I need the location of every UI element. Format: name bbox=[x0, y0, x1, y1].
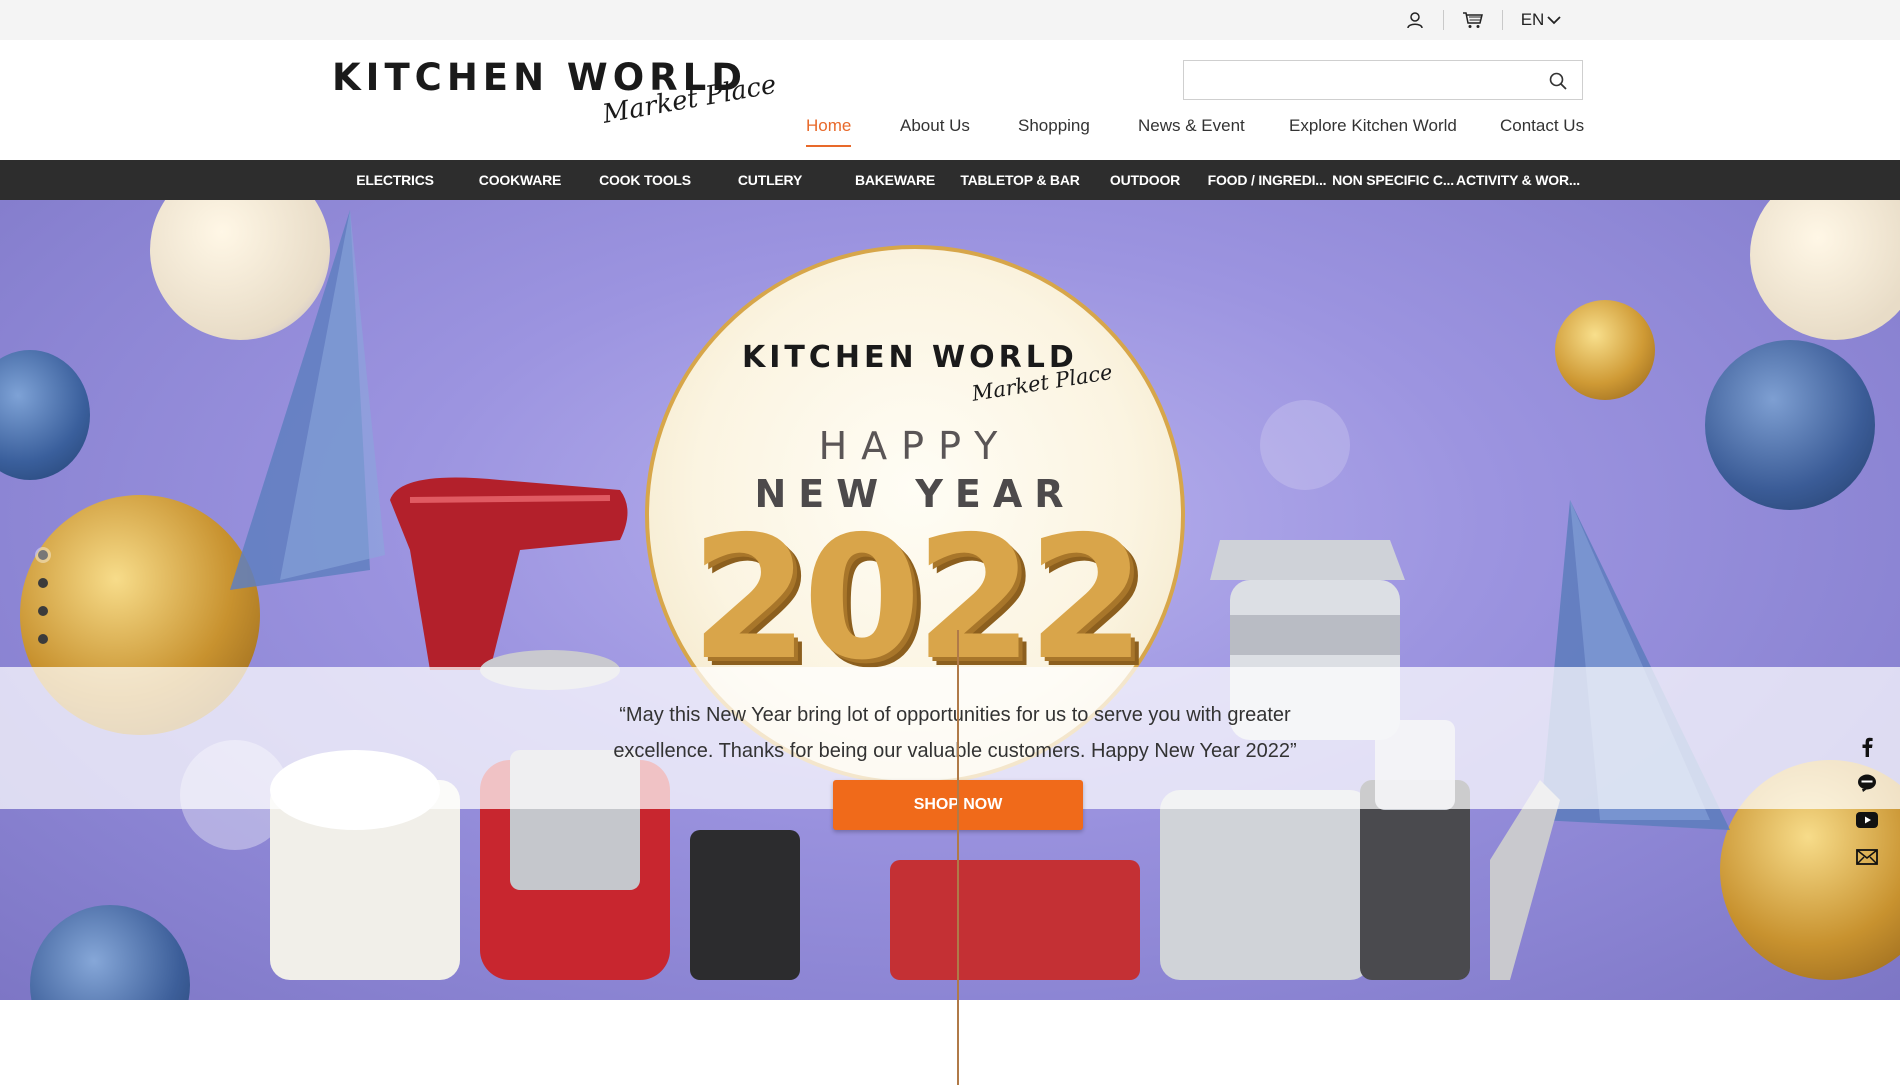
divider bbox=[1502, 10, 1503, 30]
scroll-indicator-line bbox=[957, 630, 959, 1085]
nav-contact-us[interactable]: Contact Us bbox=[1500, 116, 1584, 136]
nav-explore-kitchen-world[interactable]: Explore Kitchen World bbox=[1289, 116, 1457, 136]
slide-dot-4[interactable] bbox=[38, 634, 48, 644]
banner-quote-line-1: “May this New Year bring lot of opportun… bbox=[619, 704, 1291, 726]
christmas-tree-left bbox=[230, 210, 385, 590]
language-label: EN bbox=[1520, 10, 1545, 29]
ornament-blue bbox=[0, 350, 90, 480]
category-cookware[interactable]: COOKWARE bbox=[470, 160, 570, 200]
slide-dot-1[interactable] bbox=[38, 550, 48, 560]
category-tabletop-bar[interactable]: TABLETOP & BAR bbox=[960, 160, 1080, 200]
youtube-link[interactable] bbox=[1855, 808, 1879, 832]
banner-quote: “May this New Year bring lot of opportun… bbox=[560, 697, 1350, 769]
banner-logo: KITCHEN WORLD bbox=[742, 340, 1078, 375]
top-utility-bar: EN bbox=[0, 0, 1900, 40]
line-icon bbox=[1858, 774, 1876, 792]
category-outdoor[interactable]: OUTDOOR bbox=[1095, 160, 1195, 200]
category-non-specific[interactable]: NON SPECIFIC C... bbox=[1331, 160, 1455, 200]
category-activity-workshop[interactable]: ACTIVITY & WOR... bbox=[1456, 160, 1580, 200]
slide-dot-2[interactable] bbox=[38, 578, 48, 588]
category-cutlery[interactable]: CUTLERY bbox=[720, 160, 820, 200]
account-button[interactable] bbox=[1400, 0, 1430, 40]
category-food-ingredients[interactable]: FOOD / INGREDI... bbox=[1206, 160, 1328, 200]
mail-icon bbox=[1856, 849, 1878, 865]
chevron-down-icon bbox=[1547, 16, 1561, 25]
category-bakeware[interactable]: BAKEWARE bbox=[845, 160, 945, 200]
nav-home[interactable]: Home bbox=[806, 116, 852, 147]
mail-link[interactable] bbox=[1855, 845, 1879, 869]
category-bar: ELECTRICS COOKWARE COOK TOOLS CUTLERY BA… bbox=[0, 160, 1900, 200]
youtube-icon bbox=[1856, 812, 1878, 828]
banner-happy-text: HAPPY bbox=[818, 424, 1012, 468]
category-cook-tools[interactable]: COOK TOOLS bbox=[595, 160, 695, 200]
nav-about-us[interactable]: About Us bbox=[900, 116, 970, 136]
slide-dot-3[interactable] bbox=[38, 606, 48, 616]
bokeh-light bbox=[1260, 400, 1350, 490]
ornament-cream-right bbox=[1750, 200, 1900, 340]
user-icon bbox=[1407, 12, 1423, 29]
ornament-gold-right bbox=[1555, 300, 1655, 400]
nav-shopping[interactable]: Shopping bbox=[1018, 116, 1090, 136]
category-electrics[interactable]: ELECTRICS bbox=[345, 160, 445, 200]
hero-banner[interactable]: KITCHEN WORLD Market Place HAPPY NEW YEA… bbox=[0, 200, 1900, 1000]
search-input[interactable] bbox=[1184, 61, 1524, 99]
below-banner-section bbox=[0, 1000, 1900, 1085]
line-link[interactable] bbox=[1855, 771, 1879, 795]
banner-quote-line-2: excellence. Thanks for being our valuabl… bbox=[613, 740, 1297, 762]
facebook-link[interactable] bbox=[1855, 735, 1879, 759]
search-icon[interactable] bbox=[1548, 71, 1568, 91]
site-header: KITCHEN WORLD Market Place Home About Us… bbox=[0, 40, 1900, 160]
cart-button[interactable] bbox=[1457, 0, 1489, 40]
nav-news-event[interactable]: News & Event bbox=[1138, 116, 1245, 136]
divider bbox=[1443, 10, 1444, 30]
cart-icon bbox=[1463, 12, 1483, 28]
stand-mixer-image bbox=[390, 477, 628, 690]
facebook-icon bbox=[1862, 737, 1873, 757]
ornament-blue-bottom bbox=[30, 905, 190, 1000]
ornament-blue-right bbox=[1705, 340, 1875, 510]
language-selector[interactable]: EN bbox=[1518, 0, 1564, 40]
search-box bbox=[1183, 60, 1583, 100]
